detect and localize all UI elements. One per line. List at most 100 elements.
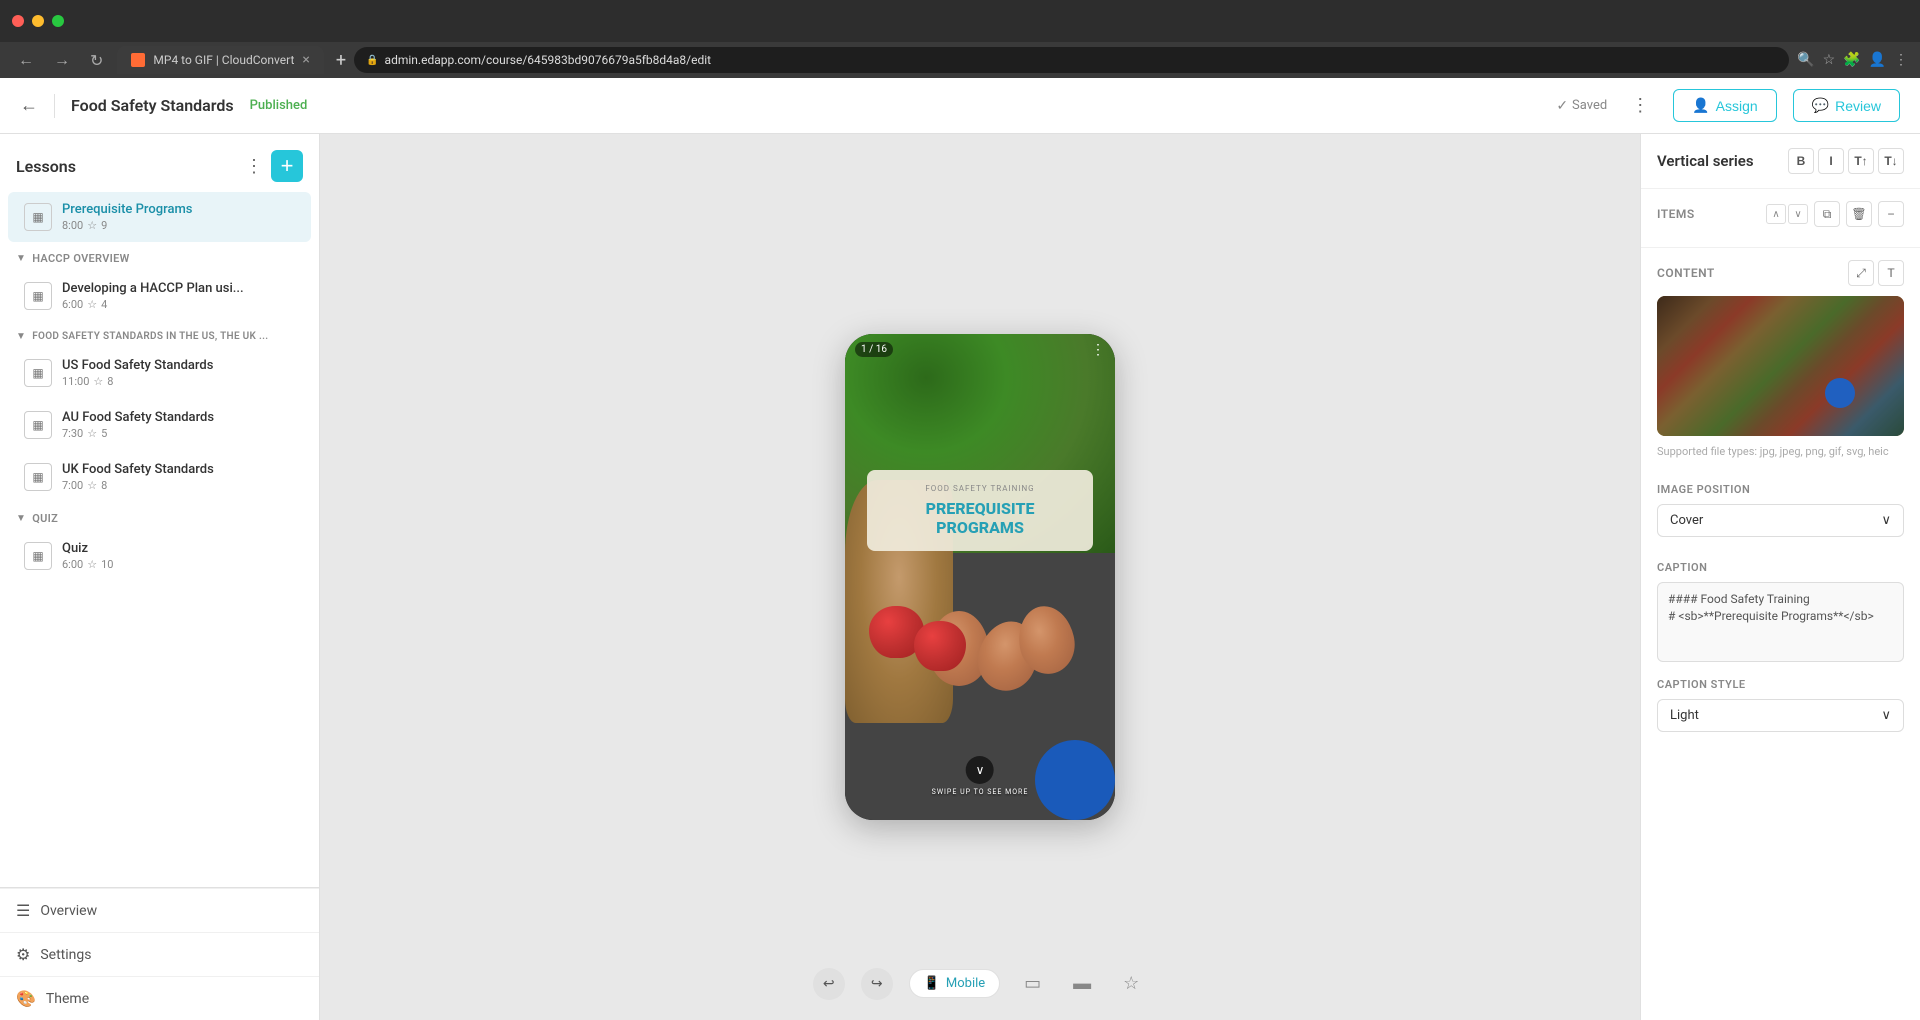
lesson-info-us: US Food Safety Standards 11:00 ☆ 8 [62,358,295,388]
main-layout: Lessons ⋮ + ▦ Prerequisite Programs 8:00… [0,134,1920,1020]
panel-title: Vertical series [1657,152,1754,170]
swipe-text: SWIPE UP TO SEE MORE [932,788,1029,796]
back-nav-btn[interactable]: ← [12,48,40,72]
content-action-btns: ⤢ T [1848,260,1904,286]
lesson-name-quiz: Quiz [62,541,295,556]
section-label-food: FOOD SAFETY STANDARDS IN THE US, THE UK … [32,331,268,342]
sidebar-actions: ⋮ + [245,150,303,182]
section-food-safety: ▼ FOOD SAFETY STANDARDS IN THE US, THE U… [0,323,319,346]
mobile-device-btn[interactable]: 📱 Mobile [909,969,1000,998]
lesson-icon-us: ▦ [24,359,52,387]
section-arrow-food: ▼ [16,331,26,342]
lesson-name-prerequisite: Prerequisite Programs [62,202,295,217]
lesson-info-au: AU Food Safety Standards 7:30 ☆ 5 [62,410,295,440]
forward-nav-btn[interactable]: → [48,48,76,72]
items-copy-btn[interactable]: ⧉ [1814,201,1840,227]
image-position-dropdown[interactable]: Cover ∨ [1657,504,1904,537]
content-text-btn[interactable]: T [1878,260,1904,286]
lesson-meta-quiz: 6:00 ☆ 10 [62,558,295,571]
lesson-icon-quiz: ▦ [24,542,52,570]
tablet-portrait-btn[interactable]: ▭ [1016,967,1049,1000]
text-size-up-btn[interactable]: T↑ [1848,148,1874,174]
lesson-item-quiz[interactable]: ▦ Quiz 6:00 ☆ 10 [8,531,311,581]
phone-screen: 1 / 16 ⋮ FOOD SAFETY TRAINING PREREQUISI… [845,334,1115,820]
items-delete-btn[interactable]: 🗑 [1846,201,1872,227]
lesson-item-developing-haccp[interactable]: ▦ Developing a HACCP Plan usi... 6:00 ☆ … [8,271,311,321]
menu-icon[interactable]: ⋮ [1894,52,1908,68]
lesson-name-us: US Food Safety Standards [62,358,295,373]
section-arrow-haccp: ▼ [16,253,26,264]
canvas-bottom-toolbar: ↩ ↪ 📱 Mobile ▭ ▬ ☆ [813,967,1148,1000]
lesson-item-us-food[interactable]: ▦ US Food Safety Standards 11:00 ☆ 8 [8,348,311,398]
text-size-down-btn[interactable]: T↓ [1878,148,1904,174]
tablet-landscape-btn[interactable]: ▬ [1065,967,1099,1000]
undo-btn[interactable]: ↩ [813,968,845,1000]
extensions-icon[interactable]: 🧩 [1843,52,1860,68]
lock-icon: 🔒 [366,55,378,66]
slide-menu-btn[interactable]: ⋮ [1091,342,1105,358]
lesson-info-quiz: Quiz 6:00 ☆ 10 [62,541,295,571]
tab-title: MP4 to GIF | CloudConvert [153,53,294,67]
items-nav-down-btn[interactable]: ∨ [1788,204,1808,224]
items-nav-up-btn[interactable]: ∧ [1766,204,1786,224]
settings-icon: ⚙ [16,945,30,964]
card-subtitle: FOOD SAFETY TRAINING [879,484,1082,493]
star-icon[interactable]: ☆ [1823,52,1836,68]
sidebar-scroll[interactable]: ▦ Prerequisite Programs 8:00 ☆ 9 ▼ HACCP… [0,190,319,887]
items-label: Items [1657,207,1695,221]
avatar-icon[interactable]: 👤 [1869,52,1886,68]
review-button[interactable]: 💬 Review [1793,89,1900,122]
caption-textarea[interactable]: #### Food Safety Training # <sb>**Prereq… [1657,582,1904,662]
lesson-item-prerequisite[interactable]: ▦ Prerequisite Programs 8:00 ☆ 9 [8,192,311,242]
image-preview[interactable] [1657,296,1904,436]
image-position-section: IMAGE POSITION Cover ∨ [1641,483,1920,561]
sidebar: Lessons ⋮ + ▦ Prerequisite Programs 8:00… [0,134,320,1020]
card-title: PREREQUISITE PROGRAMS [879,499,1082,537]
italic-btn[interactable]: I [1818,148,1844,174]
apple-area [859,601,994,747]
overview-icon: ☰ [16,901,30,920]
canvas-area: ‹ 1 / 16 ⋮ [320,134,1640,1020]
back-to-courses-btn[interactable]: ← [20,95,38,116]
sidebar-kebab-btn[interactable]: ⋮ [245,156,263,177]
tablet-landscape-icon: ▬ [1073,973,1091,994]
format-buttons: B I T↑ T↓ [1788,148,1904,174]
content-card: FOOD SAFETY TRAINING PREREQUISITE PROGRA… [867,470,1094,551]
lesson-item-uk-food[interactable]: ▦ UK Food Safety Standards 7:00 ☆ 8 [8,452,311,502]
bold-btn[interactable]: B [1788,148,1814,174]
tab-close-btn[interactable]: × [302,52,309,68]
add-lesson-button[interactable]: + [271,150,303,182]
nav-item-theme[interactable]: 🎨 Theme [0,976,319,1020]
theme-icon: 🎨 [16,989,36,1008]
items-section: Items ∧ ∨ ⧉ 🗑 − [1641,189,1920,248]
items-collapse-btn[interactable]: − [1878,201,1904,227]
nav-item-overview[interactable]: ☰ Overview [0,888,319,932]
new-tab-btn[interactable]: + [336,50,346,71]
items-header: Items ∧ ∨ ⧉ 🗑 − [1657,201,1904,227]
slide-counter: 1 / 16 [855,342,893,357]
address-bar[interactable]: 🔒 admin.edapp.com/course/645983bd9076679… [354,47,1789,73]
content-expand-btn[interactable]: ⤢ [1848,260,1874,286]
mobile-icon: 📱 [924,976,940,991]
star-icon: ☆ [1123,973,1139,994]
browser-tab[interactable]: MP4 to GIF | CloudConvert × [117,46,323,74]
phone-mockup: 1 / 16 ⋮ FOOD SAFETY TRAINING PREREQUISI… [845,334,1115,820]
browser-controls: ← → ↻ MP4 to GIF | CloudConvert × + 🔒 ad… [0,42,1920,78]
header-kebab-btn[interactable]: ⋮ [1623,91,1657,120]
caption-style-dropdown[interactable]: Light ∨ [1657,699,1904,732]
star-favorite-btn[interactable]: ☆ [1115,967,1147,1000]
content-label-row: CONTENT ⤢ T [1657,260,1904,286]
blue-container [1035,740,1115,820]
refresh-btn[interactable]: ↻ [84,49,109,72]
assign-button[interactable]: 👤 Assign [1673,89,1776,122]
caption-style-label: CAPTION STYLE [1657,678,1904,691]
zoom-icon[interactable]: 🔍 [1797,52,1814,68]
browser-chrome [0,0,1920,42]
lesson-item-au-food[interactable]: ▦ AU Food Safety Standards 7:30 ☆ 5 [8,400,311,450]
redo-btn[interactable]: ↪ [861,968,893,1000]
lesson-meta-haccp: 6:00 ☆ 4 [62,298,295,311]
section-label-haccp: HACCP Overview [32,252,129,265]
caption-style-chevron: ∨ [1881,708,1891,723]
nav-item-settings[interactable]: ⚙ Settings [0,932,319,976]
mobile-label: Mobile [946,976,985,991]
